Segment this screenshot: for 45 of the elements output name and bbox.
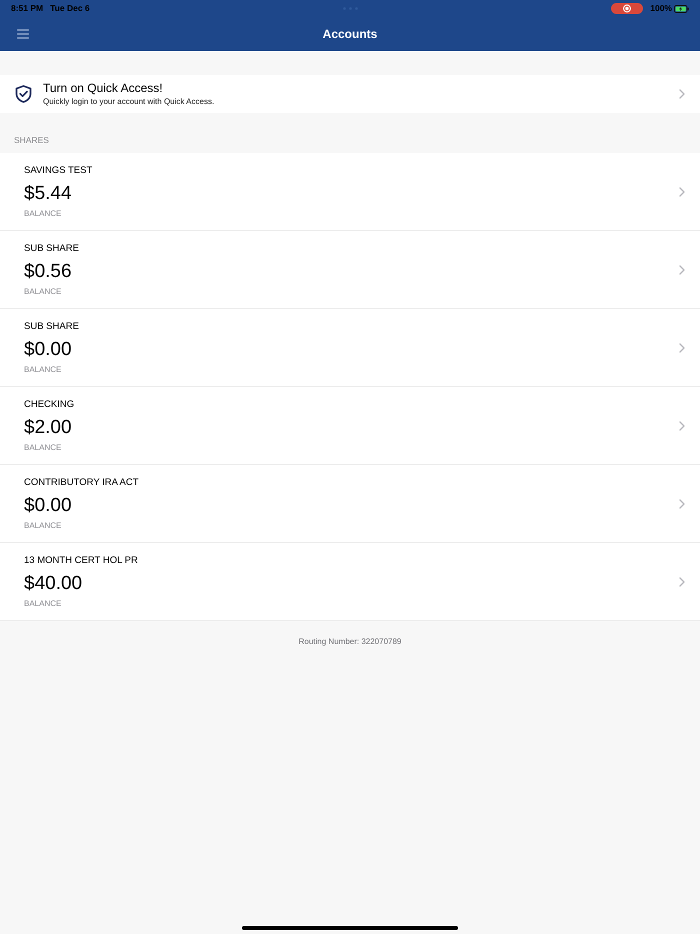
- balance-label: BALANCE: [24, 286, 62, 296]
- chevron-right-icon: [679, 186, 685, 196]
- quick-access-row[interactable]: Turn on Quick Access! Quickly login to your account with Quick Access.: [0, 75, 700, 113]
- balance-label: BALANCE: [24, 208, 62, 218]
- account-balance: $0.00: [24, 494, 73, 516]
- account-row[interactable]: 13 MONTH CERT HOL PR $40.00 BALANCE: [0, 543, 700, 621]
- chevron-right-icon: [679, 342, 685, 352]
- chevron-right-icon: [679, 498, 685, 508]
- account-balance: $40.00: [24, 572, 84, 594]
- account-name: CHECKING: [24, 398, 76, 410]
- battery-icon: [674, 4, 689, 12]
- quick-access-title: Turn on Quick Access!: [43, 81, 164, 96]
- menu-button[interactable]: [17, 28, 29, 40]
- chevron-right-icon: [679, 89, 685, 99]
- balance-label: BALANCE: [24, 364, 62, 374]
- account-balance: $0.56: [24, 260, 73, 282]
- balance-label: BALANCE: [24, 520, 62, 530]
- account-name: 13 MONTH CERT HOL PR: [24, 554, 139, 566]
- account-balance: $0.00: [24, 338, 73, 360]
- account-name: SUB SHARE: [24, 242, 80, 254]
- status-date: Tue Dec 6: [50, 2, 90, 15]
- account-balance: $5.44: [24, 182, 73, 204]
- account-row[interactable]: SUB SHARE $0.00 BALANCE: [0, 309, 700, 387]
- account-name: SAVINGS TEST: [24, 164, 94, 176]
- account-name: SUB SHARE: [24, 320, 80, 332]
- balance-label: BALANCE: [24, 598, 62, 608]
- account-row[interactable]: SUB SHARE $0.56 BALANCE: [0, 231, 700, 309]
- balance-label: BALANCE: [24, 442, 62, 452]
- record-icon: [611, 3, 644, 14]
- menu-icon: [17, 29, 29, 39]
- status-time: 8:51 PM: [11, 2, 44, 15]
- chevron-right-icon: [679, 420, 685, 430]
- account-name: CONTRIBUTORY IRA ACT: [24, 476, 140, 488]
- account-balance: $2.00: [24, 416, 73, 438]
- routing-number: Routing Number: 322070789: [298, 636, 402, 648]
- section-title: SHARES: [14, 134, 49, 147]
- chevron-right-icon: [679, 264, 685, 274]
- quick-access-subtitle: Quickly login to your account with Quick Access.: [43, 96, 216, 107]
- battery-percent: 100%: [650, 2, 672, 15]
- shield-check-icon: [15, 85, 32, 103]
- chevron-right-icon: [679, 576, 685, 586]
- account-row[interactable]: CHECKING $2.00 BALANCE: [0, 387, 700, 465]
- account-row[interactable]: CONTRIBUTORY IRA ACT $0.00 BALANCE: [0, 465, 700, 543]
- page-title: Accounts: [322, 26, 378, 43]
- account-row[interactable]: SAVINGS TEST $5.44 BALANCE: [0, 153, 700, 231]
